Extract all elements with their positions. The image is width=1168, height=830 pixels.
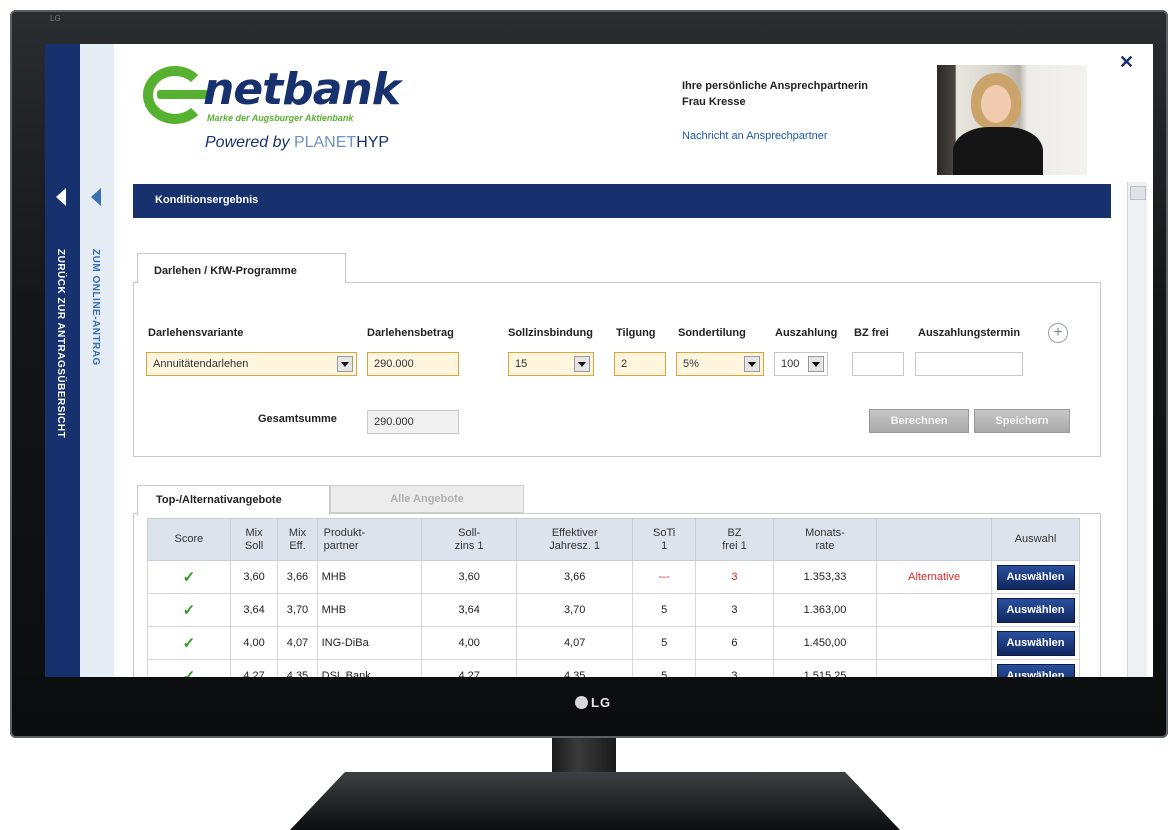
alternative-badge: Alternative [876, 560, 993, 594]
offers-table: Score Mix Soll Mix Eff. Produkt-partner So… [147, 518, 1080, 677]
check-icon: ✓ [182, 668, 196, 677]
label-zinsbindung: Sollzinsbindung [508, 327, 593, 339]
select-offer-button[interactable]: Auswählen [996, 564, 1075, 590]
sondertilgung-select[interactable]: 5% [676, 352, 764, 376]
select-offer-button[interactable]: Auswählen [996, 630, 1075, 656]
label-bz-frei: BZ frei [854, 327, 889, 339]
contact-name: Frau Kresse [682, 96, 746, 108]
powered-prefix: Powered by [205, 134, 294, 151]
label-sondertilgung: Sondertilung [678, 327, 746, 339]
auszahlung-select[interactable]: 100 [774, 352, 828, 376]
arrow-left-icon[interactable] [91, 188, 101, 206]
chevron-down-icon[interactable] [574, 356, 590, 372]
powered-part2: HYP [356, 134, 390, 151]
lg-circle-icon [575, 696, 588, 709]
chevron-down-icon[interactable] [808, 356, 824, 372]
col-bz-frei: BZ frei 1 [695, 518, 774, 561]
label-variante: Darlehensvariante [148, 327, 244, 339]
check-icon: ✓ [182, 635, 196, 652]
tab-top-offers[interactable]: Top-/Alternativangebote [137, 485, 330, 515]
section-title: Konditionsergebnis [155, 194, 259, 206]
online-application-label[interactable]: ZUM ONLINE-ANTRAG [90, 249, 101, 366]
col-sollzins: Soll-zins 1 [421, 518, 518, 561]
select-offer-button[interactable]: Auswählen [996, 663, 1075, 677]
contact-photo [937, 65, 1087, 175]
label-termin: Auszahlungstermin [918, 327, 1021, 339]
select-offer-button[interactable]: Auswählen [996, 597, 1075, 623]
variante-select[interactable]: Annuitätendarlehen [146, 352, 357, 376]
vertical-scrollbar[interactable] [1127, 182, 1147, 677]
check-icon: ✓ [182, 569, 196, 586]
bezel-brand-label: LG [50, 14, 61, 23]
zinsbindung-select[interactable]: 15 [508, 352, 594, 376]
label-tilgung: Tilgung [616, 327, 656, 339]
online-application-sidebar[interactable]: ZUM ONLINE-ANTRAG [80, 44, 114, 677]
loan-form-panel: Darlehensvariante Darlehensbetrag Sollzi… [133, 282, 1101, 457]
col-rate: Monats-rate [772, 518, 878, 561]
table-row: ✓ 3,64 3,70 MHB 3,64 3,70 5 3 1.363,00 A… [147, 593, 1080, 627]
back-to-overview-label[interactable]: ZURÜCK ZUR ANTRAGSÜBERSICHT [55, 249, 66, 438]
table-header-row: Score Mix Soll Mix Eff. Produkt-partner So… [147, 518, 1080, 561]
contact-line1: Ihre persönliche Ansprechpartnerin [682, 80, 869, 92]
powered-part1: PLANET [293, 134, 357, 151]
col-mix-eff: Mix Eff. [277, 518, 318, 561]
check-icon: ✓ [182, 602, 196, 619]
col-effektiv: Effektiver Jahresz. 1 [516, 518, 634, 561]
lg-brand-text: LG [591, 695, 612, 710]
auszahlungstermin-input[interactable] [915, 352, 1023, 376]
chevron-down-icon[interactable] [744, 356, 760, 372]
arrow-left-icon[interactable] [56, 188, 66, 206]
table-row: ✓ 3,60 3,66 MHB 3,60 3,66 --- 3 1.353,33… [147, 560, 1080, 594]
betrag-input[interactable]: 290.000 [367, 352, 459, 376]
bz-frei-input[interactable] [852, 352, 904, 376]
logo-wordmark: netbank [203, 64, 401, 115]
powered-by: Powered by PLANETHYP [205, 134, 389, 152]
speichern-button[interactable]: Speichern [974, 409, 1070, 433]
close-icon[interactable]: ✕ [1119, 52, 1134, 73]
col-score: Score [147, 518, 231, 561]
col-partner: Produkt-partner [316, 518, 423, 561]
col-auswahl: Auswahl [991, 518, 1080, 561]
back-to-overview-sidebar[interactable]: ZURÜCK ZUR ANTRAGSÜBERSICHT [45, 44, 80, 677]
col-mix-soll: Mix Soll [229, 518, 279, 561]
screen: ZURÜCK ZUR ANTRAGSÜBERSICHT ZUM ONLINE-A… [45, 44, 1153, 677]
tab-darlehen[interactable]: Darlehen / KfW-Programme [137, 253, 346, 283]
col-soti: SoTi 1 [632, 518, 697, 561]
contact-block: Ihre persönliche Ansprechpartnerin Frau … [682, 78, 868, 142]
gesamtsumme-label: Gesamtsumme [258, 413, 337, 425]
monitor-stand-base [290, 772, 900, 830]
table-row: ✓ 4,27 4,35 DSL Bank 4,27 4,35 5 3 1.515… [147, 659, 1080, 677]
netbank-logo: netbank Marke der Augsburger Aktienbank … [143, 64, 413, 156]
netbank-e-icon [143, 66, 209, 124]
message-contact-link[interactable]: Nachricht an Ansprechpartner [682, 130, 868, 142]
lg-logo: LG [575, 695, 611, 710]
table-row: ✓ 4,00 4,07 ING-DiBa 4,00 4,07 5 6 1.450… [147, 626, 1080, 660]
berechnen-button[interactable]: Berechnen [869, 409, 969, 433]
scroll-up-button[interactable] [1130, 186, 1146, 200]
col-tag [876, 518, 993, 561]
tab-all-offers[interactable]: Alle Angebote [330, 485, 524, 513]
tilgung-input[interactable]: 2 [614, 352, 666, 376]
label-betrag: Darlehensbetrag [367, 327, 454, 339]
gesamtsumme-field: 290.000 [367, 410, 459, 434]
logo-tagline: Marke der Augsburger Aktienbank [207, 113, 354, 123]
chevron-down-icon[interactable] [337, 356, 353, 372]
section-title-bar: Konditionsergebnis [133, 184, 1111, 218]
add-plus-icon[interactable]: + [1048, 323, 1068, 343]
label-auszahlung: Auszahlung [775, 327, 838, 339]
